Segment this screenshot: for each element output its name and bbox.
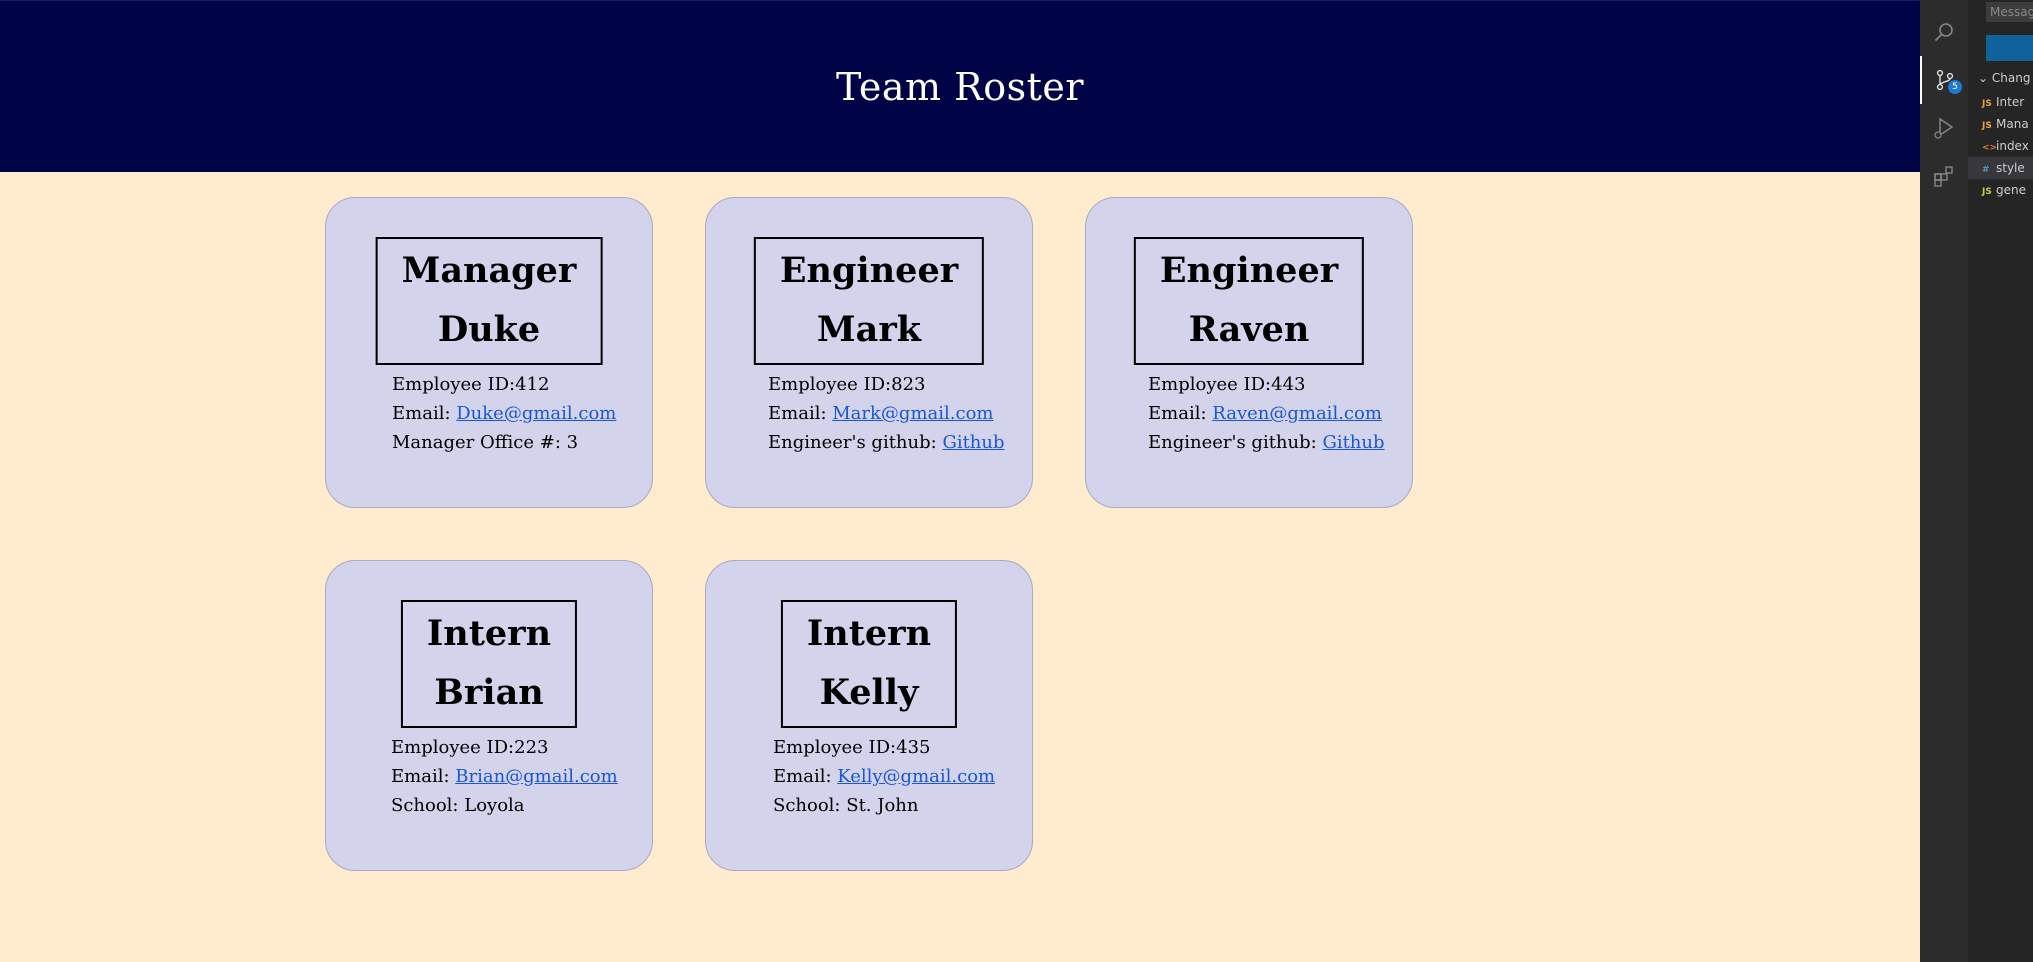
source-control-icon[interactable]: 5 [1920,56,1968,104]
employee-id: 823 [891,374,926,395]
card-name: Brian [434,672,544,713]
employee-card-intern-brian: Intern Brian Employee ID:223 Email: Bria… [325,560,653,871]
employee-id: 223 [514,737,549,758]
employee-card-engineer-mark: Engineer Mark Employee ID:823 Email: Mar… [705,197,1033,508]
card-title-box: Intern Kelly [780,600,958,728]
js-file-icon: JS [1982,187,1992,197]
card-title-box: Manager Duke [375,237,603,365]
employee-id-line: Employee ID:223 [391,737,549,758]
commit-button[interactable] [1986,35,2033,61]
page-title: Team Roster [835,64,1085,109]
email-link[interactable]: Raven@gmail.com [1212,403,1382,424]
card-info: Employee ID:435 Email: Kelly@gmail.com S… [773,733,995,820]
employee-card-intern-kelly: Intern Kelly Employee ID:435 Email: Kell… [705,560,1033,871]
card-name: Kelly [819,672,919,713]
card-title-box: Engineer Mark [753,237,985,365]
employee-card-manager-duke: Manager Duke Employee ID:412 Email: Duke… [325,197,653,508]
extensions-icon[interactable] [1920,152,1968,200]
office-number: 3 [566,432,579,453]
employee-id-line: Employee ID:435 [773,737,931,758]
employee-id: 443 [1271,374,1306,395]
search-icon[interactable] [1920,8,1968,56]
github-link[interactable]: Github [942,432,1004,453]
card-info: Employee ID:823 Email: Mark@gmail.com En… [768,370,1005,457]
card-role: Engineer [779,250,959,291]
chevron-down-icon: ⌄ [1978,71,1989,85]
employee-id-line: Employee ID:443 [1148,374,1306,395]
vscode-scm-sidebar: Messag ⌄ Chang JS Inter JS Mana <>index # s… [1968,0,2033,962]
employee-id: 435 [896,737,931,758]
card-name: Raven [1188,309,1310,350]
github-line: Engineer's github: Github [1148,432,1385,453]
changed-file-item[interactable]: JS Inter [1982,91,2033,113]
card-info: Employee ID:223 Email: Brian@gmail.com S… [391,733,618,820]
changed-file-item[interactable]: <>index [1982,135,2033,157]
js-file-icon: JS [1982,121,1992,131]
card-title-box: Intern Brian [400,600,578,728]
email-line: Email: Raven@gmail.com [1148,403,1382,424]
changes-section-header[interactable]: ⌄ Chang [1978,71,2030,85]
scm-count-badge: 5 [1948,80,1962,94]
github-link[interactable]: Github [1322,432,1384,453]
github-line: Engineer's github: Github [768,432,1005,453]
email-line: Email: Mark@gmail.com [768,403,994,424]
roster-page: Team Roster Manager Duke Employee ID:412… [0,0,1920,962]
employee-card-engineer-raven: Engineer Raven Employee ID:443 Email: Ra… [1085,197,1413,508]
card-role: Intern [426,613,552,654]
js-file-icon: JS [1982,99,1992,109]
page-header: Team Roster [0,0,1920,172]
card-name: Mark [816,309,922,350]
html-file-icon: <> [1982,143,1998,153]
school-line: School: Loyola [391,795,525,816]
vscode-activity-bar: 5 [1920,0,1968,962]
changed-file-item[interactable]: JS gene [1982,179,2033,201]
employee-id-line: Employee ID:412 [392,374,550,395]
changed-file-item[interactable]: JS Mana [1982,113,2033,135]
run-debug-icon[interactable] [1920,104,1968,152]
office-line: Manager Office #: 3 [392,432,579,453]
email-line: Email: Kelly@gmail.com [773,766,996,787]
card-role: Engineer [1159,250,1339,291]
school-line: School: St. John [773,795,919,816]
card-role: Intern [806,613,932,654]
commit-message-input[interactable]: Messag [1986,2,2033,22]
email-line: Email: Duke@gmail.com [392,403,617,424]
card-name: Duke [437,309,541,350]
card-role: Manager [401,250,577,291]
employee-id: 412 [515,374,550,395]
changed-file-item[interactable]: # style [1968,157,2033,179]
email-link[interactable]: Kelly@gmail.com [837,766,995,787]
css-file-icon: # [1982,165,1990,175]
email-link[interactable]: Mark@gmail.com [832,403,993,424]
email-link[interactable]: Brian@gmail.com [455,766,617,787]
changes-label: Chang [1991,71,2031,85]
school-name: St. John [846,795,919,816]
card-title-box: Engineer Raven [1133,237,1365,365]
email-link[interactable]: Duke@gmail.com [456,403,616,424]
employee-id-line: Employee ID:823 [768,374,926,395]
card-info: Employee ID:412 Email: Duke@gmail.com Ma… [392,370,616,457]
school-name: Loyola [464,795,525,816]
card-info: Employee ID:443 Email: Raven@gmail.com E… [1148,370,1385,457]
email-line: Email: Brian@gmail.com [391,766,618,787]
